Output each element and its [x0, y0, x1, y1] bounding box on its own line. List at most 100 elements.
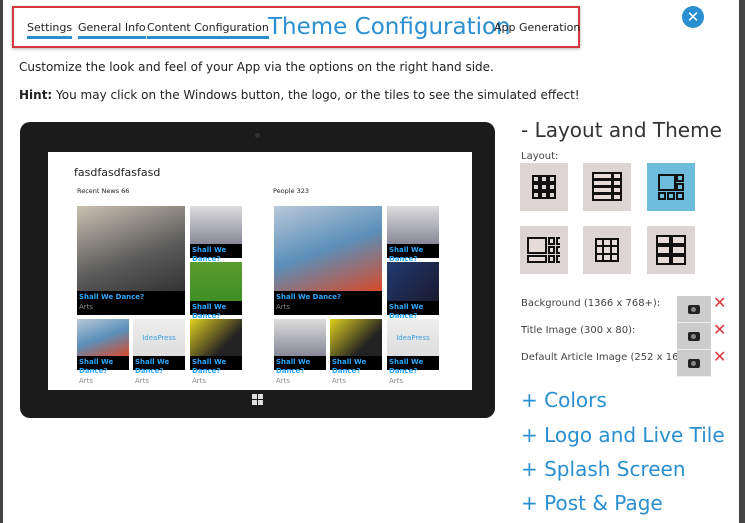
- tile-image: [387, 206, 439, 244]
- tile-caption: Shall We Dance?: [387, 301, 439, 320]
- tile-title-overflow: Dance?: [192, 367, 221, 375]
- tile-title: Shall We: [135, 358, 170, 366]
- tile-image: [330, 319, 382, 356]
- window-edge-right: [739, 0, 745, 523]
- tile-caption: Shall We Dance?: [387, 244, 439, 263]
- news-tile[interactable]: Shall We Dance?: [330, 319, 382, 375]
- camera-icon: [688, 358, 700, 368]
- news-tile[interactable]: Shall We Dance?: [190, 262, 242, 320]
- tile-caption: Shall We Dance?: [77, 356, 129, 375]
- tile-title: Shall We: [79, 358, 114, 366]
- remove-icon[interactable]: ✕: [713, 293, 726, 312]
- hint-text: Hint: You may click on the Windows butto…: [19, 88, 580, 102]
- tile-image: [387, 262, 439, 301]
- ideapress-logo: IdeaPress: [396, 333, 430, 342]
- window-edge-left: [0, 0, 3, 523]
- layout-option-5[interactable]: [583, 226, 631, 274]
- tile-category: Arts: [276, 377, 291, 385]
- tile-category: Arts: [276, 303, 291, 311]
- tile-caption: Shall We Dance? Arts: [77, 291, 185, 315]
- section-logo-live-tile[interactable]: + Logo and Live Tile: [521, 423, 725, 447]
- news-tile[interactable]: Shall We Dance?: [77, 319, 129, 375]
- layout-option-1[interactable]: [520, 163, 568, 211]
- close-icon[interactable]: ✕: [682, 6, 704, 28]
- tile-title: Shall We: [192, 303, 227, 311]
- section-splash-screen[interactable]: + Splash Screen: [521, 457, 686, 481]
- layout-option-2[interactable]: [583, 163, 631, 211]
- tile-caption: Shall We Dance?: [190, 244, 242, 263]
- tile-title: Shall We Dance?: [276, 293, 342, 301]
- tile-image: [77, 206, 185, 291]
- tile-category: Arts: [79, 303, 94, 311]
- layout-option-3[interactable]: [647, 163, 695, 211]
- tile-image: IdeaPress: [133, 319, 185, 356]
- news-tile[interactable]: Shall We Dance?: [274, 319, 326, 375]
- section-post-page[interactable]: + Post & Page: [521, 491, 663, 515]
- tile-caption: Shall We Dance?: [274, 356, 326, 375]
- tile-title: Shall We: [192, 246, 227, 254]
- layout-grid-icon: [532, 175, 556, 199]
- tile-category: Arts: [79, 377, 94, 385]
- image-label: Default Article Image (252 x 168):: [521, 352, 693, 363]
- tile-title-overflow: Dance?: [276, 367, 305, 375]
- tile-caption: Shall We Dance?: [133, 356, 185, 375]
- section-colors[interactable]: + Colors: [521, 388, 607, 412]
- news-tile[interactable]: Shall We Dance? Arts: [274, 206, 382, 315]
- tile-category: Arts: [192, 377, 207, 385]
- hint-label: Hint:: [19, 88, 53, 102]
- nav-general-info[interactable]: General Info: [78, 21, 146, 39]
- camera-icon: [688, 304, 700, 314]
- tile-category: Arts: [332, 377, 347, 385]
- camera-upload-button[interactable]: [677, 350, 711, 377]
- tile-image: [190, 206, 242, 244]
- news-tile[interactable]: Shall We Dance?: [190, 319, 242, 375]
- layout-grid-icon: [595, 238, 619, 262]
- section-heading[interactable]: - Layout and Theme: [521, 118, 722, 142]
- camera-icon: [688, 331, 700, 341]
- tile-caption: Shall We Dance?: [190, 301, 242, 320]
- news-tile[interactable]: Shall We Dance?: [387, 262, 439, 320]
- remove-icon[interactable]: ✕: [713, 347, 726, 366]
- nav-settings[interactable]: Settings: [27, 21, 73, 39]
- tile-title: Shall We: [389, 303, 424, 311]
- tile-caption: Shall We Dance?: [330, 356, 382, 375]
- camera-upload-button[interactable]: [677, 296, 711, 323]
- image-label: Title Image (300 x 80):: [521, 325, 636, 336]
- tile-category: Arts: [389, 377, 404, 385]
- tile-caption: Shall We Dance?: [387, 356, 439, 375]
- tile-title: Shall We: [276, 358, 311, 366]
- news-tile[interactable]: Shall We Dance? Arts: [77, 206, 185, 315]
- tile-image: [190, 319, 242, 356]
- tile-title: Shall We: [192, 358, 227, 366]
- tile-image: [274, 319, 326, 356]
- news-tile[interactable]: IdeaPress Shall We Dance?: [133, 319, 185, 375]
- tile-title: Shall We: [389, 358, 424, 366]
- camera-dot: [255, 133, 260, 138]
- tile-category: Arts: [135, 377, 150, 385]
- tile-title-overflow: Dance?: [79, 367, 108, 375]
- group-title: People 323: [273, 187, 310, 195]
- group-title: Recent News 66: [77, 187, 130, 195]
- nav-app-generation[interactable]: App Generation: [494, 21, 580, 36]
- hint-body: You may click on the Windows button, the…: [52, 88, 580, 102]
- news-tile[interactable]: Shall We Dance?: [387, 206, 439, 263]
- layout-label: Layout:: [521, 151, 559, 162]
- news-tile[interactable]: IdeaPress Shall We Dance?: [387, 319, 439, 375]
- tile-image: [77, 319, 129, 356]
- windows-button-icon[interactable]: [252, 394, 263, 405]
- layout-grid-icon: [592, 172, 622, 201]
- tile-title: Shall We Dance?: [79, 293, 145, 301]
- tile-caption: Shall We Dance? Arts: [274, 291, 382, 315]
- remove-icon[interactable]: ✕: [713, 320, 726, 339]
- ideapress-logo: IdeaPress: [142, 333, 176, 342]
- layout-option-4[interactable]: [520, 226, 568, 274]
- layout-option-6[interactable]: [647, 226, 695, 274]
- tile-title: Shall We: [389, 246, 424, 254]
- news-tile[interactable]: Shall We Dance?: [190, 206, 242, 263]
- tile-title: Shall We: [332, 358, 367, 366]
- app-title-logo[interactable]: fasdfasdfasfasd: [74, 166, 160, 179]
- tile-caption: Shall We Dance?: [190, 356, 242, 375]
- tile-image: [190, 262, 242, 301]
- nav-content-configuration[interactable]: Content Configuration: [147, 21, 269, 39]
- camera-upload-button[interactable]: [677, 323, 711, 350]
